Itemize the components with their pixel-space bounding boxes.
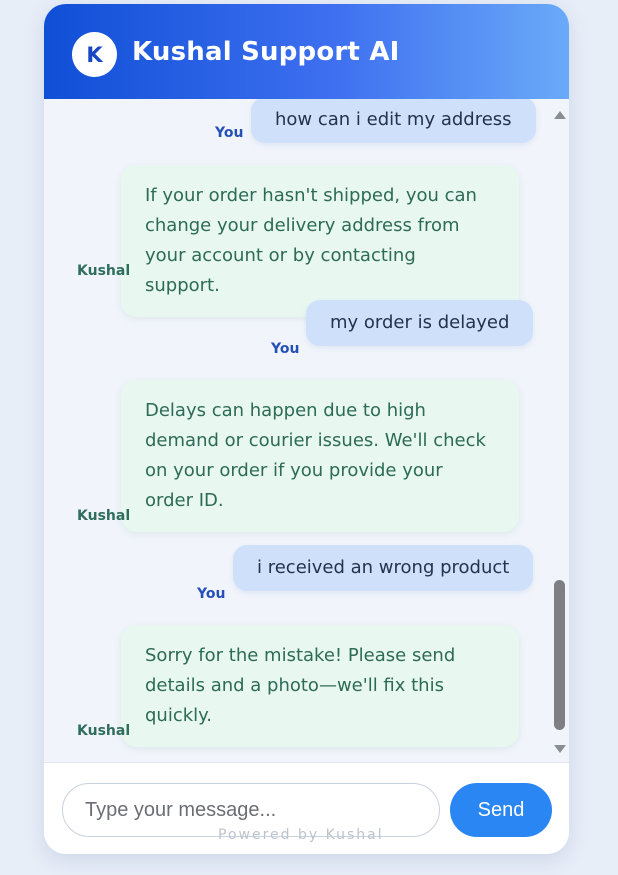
sender-label: You xyxy=(215,125,244,141)
composer: Send Powered by Kushal xyxy=(44,762,569,854)
message-list[interactable]: how can i edit my address You If your or… xyxy=(44,99,569,762)
user-message: i received an wrong product xyxy=(233,545,534,591)
avatar: K xyxy=(72,32,117,77)
sender-label: Kushal xyxy=(77,723,131,739)
sender-label: Kushal xyxy=(77,508,131,524)
sender-label: You xyxy=(197,586,226,602)
scroll-up-arrow-icon[interactable] xyxy=(554,111,566,119)
sender-label: Kushal xyxy=(77,263,131,279)
sender-label: You xyxy=(271,341,300,357)
user-message: how can i edit my address xyxy=(251,99,536,143)
message-scrollbar[interactable] xyxy=(550,104,568,764)
user-message: my order is delayed xyxy=(306,300,534,346)
bot-message: Sorry for the mistake! Please send detai… xyxy=(121,625,519,747)
bot-message: If your order hasn't shipped, you can ch… xyxy=(121,165,519,317)
chat-header: K Kushal Support AI xyxy=(44,4,569,99)
send-button[interactable]: Send xyxy=(450,783,552,837)
bot-message: Delays can happen due to high demand or … xyxy=(121,380,519,532)
powered-by-text: Powered by Kushal xyxy=(218,827,384,843)
chat-widget: K Kushal Support AI how can i edit my ad… xyxy=(44,4,569,854)
scroll-down-arrow-icon[interactable] xyxy=(554,745,566,753)
chat-title: Kushal Support AI xyxy=(132,37,400,67)
scrollbar-thumb[interactable] xyxy=(554,580,565,730)
